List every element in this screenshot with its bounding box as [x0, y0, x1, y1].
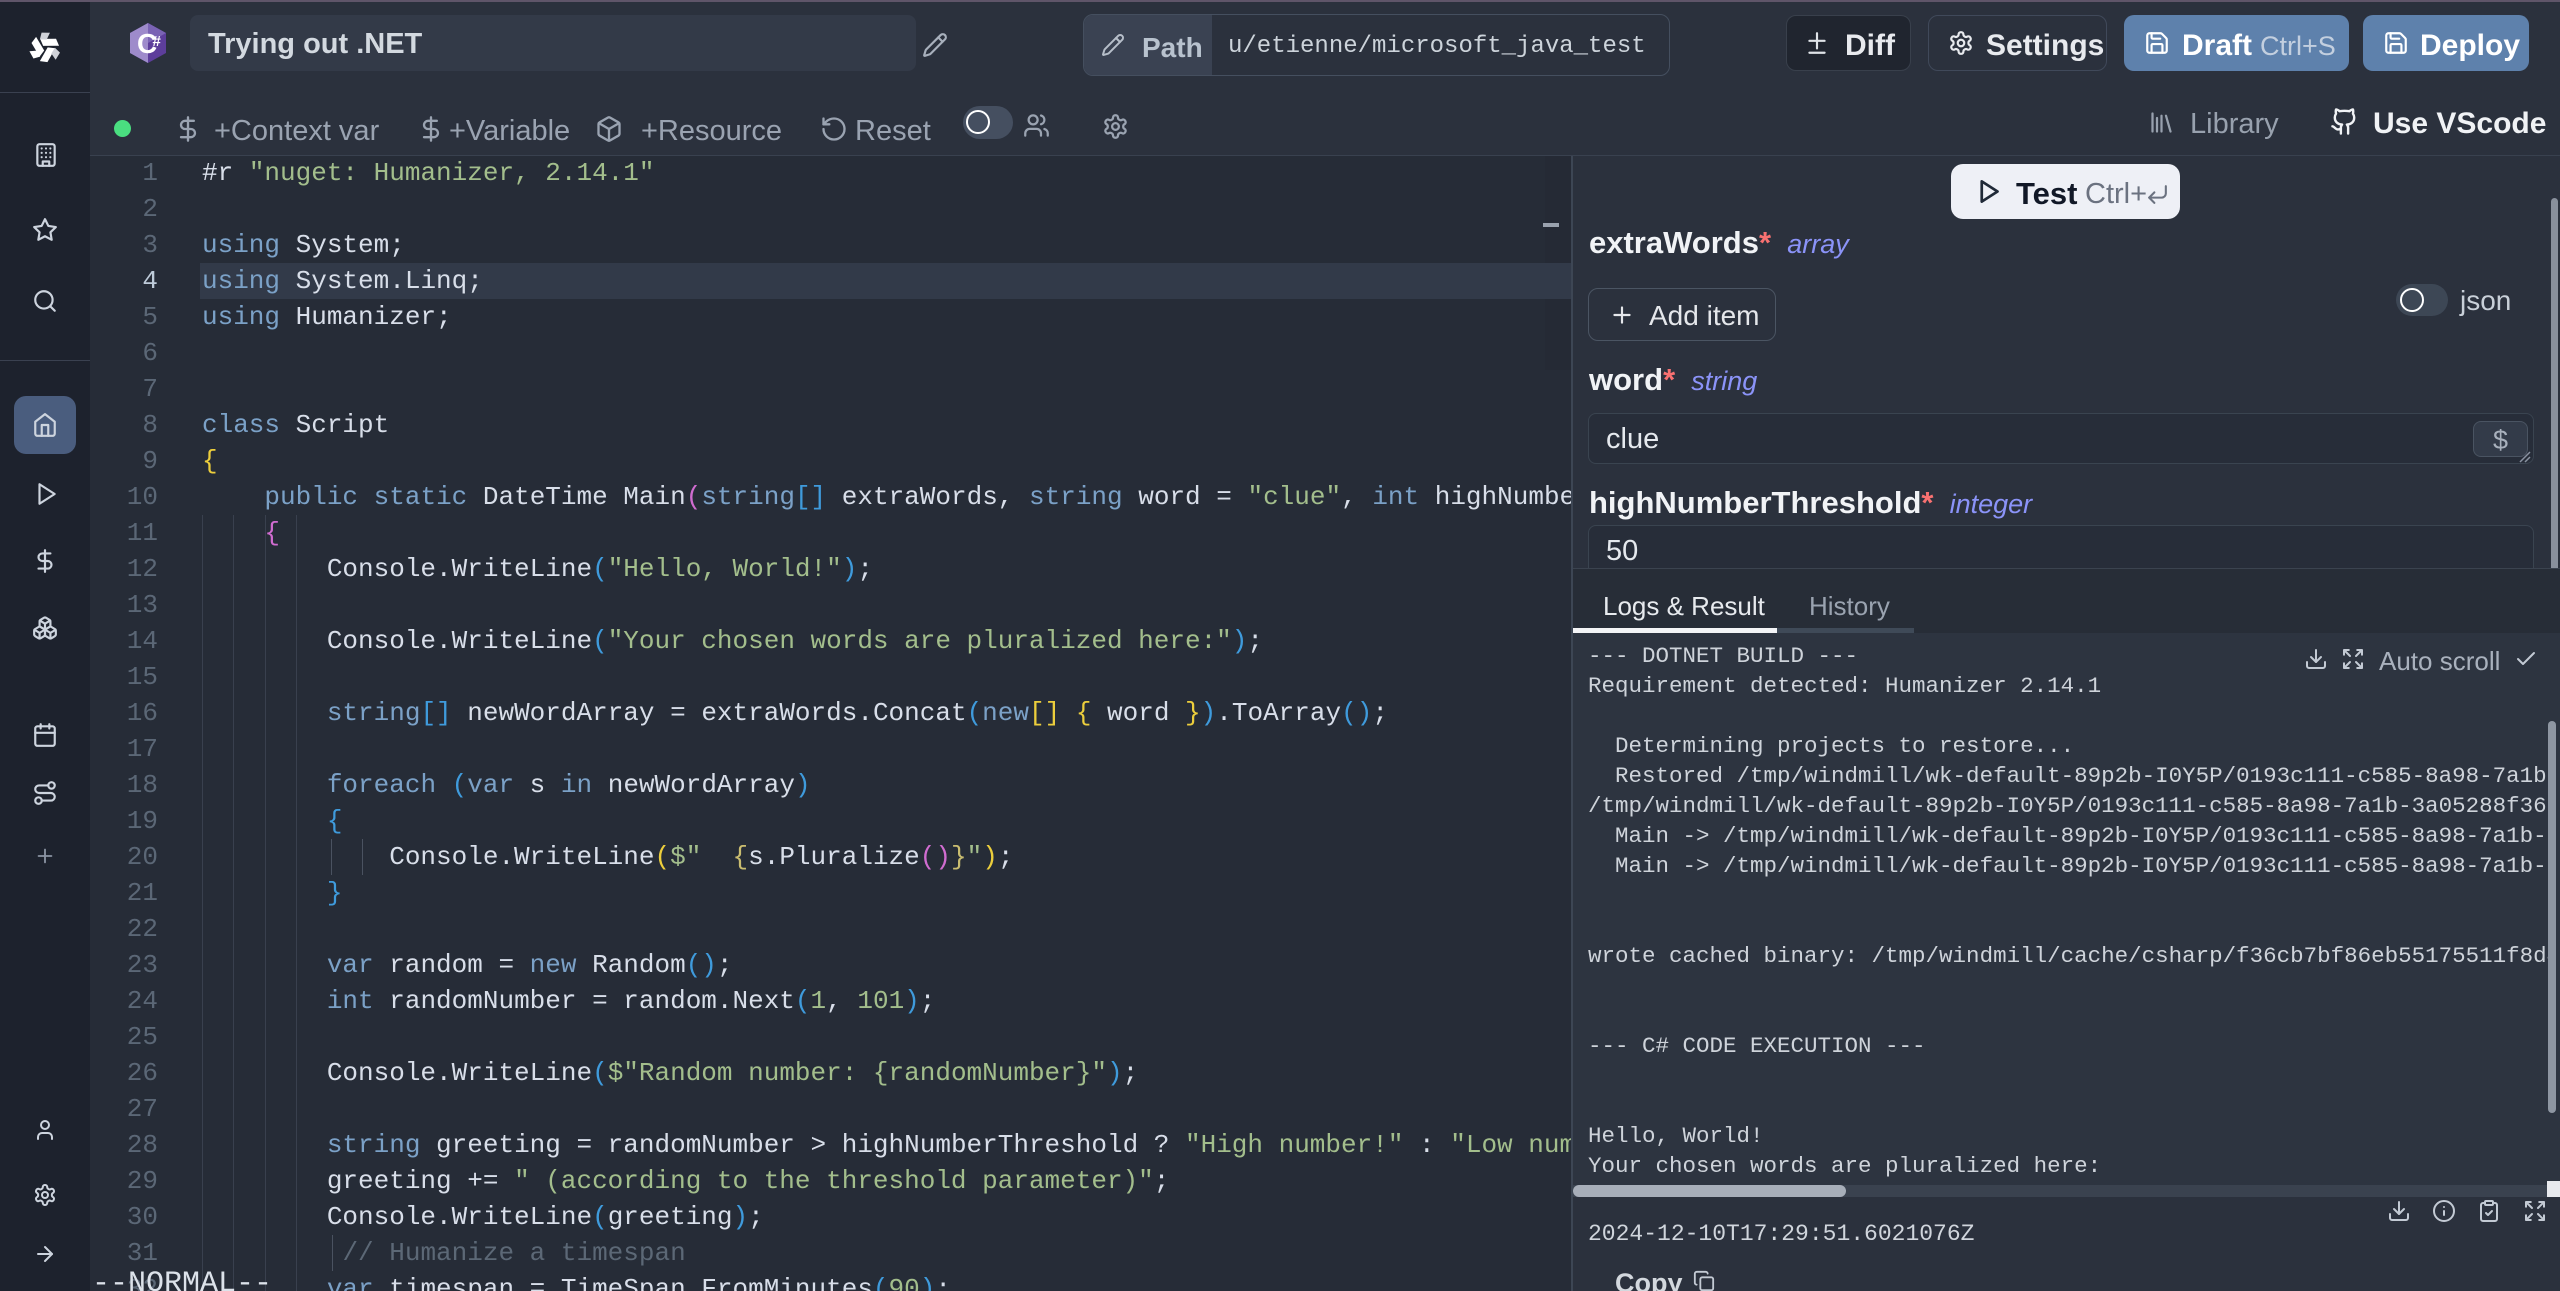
svg-text:#: # — [153, 33, 162, 50]
